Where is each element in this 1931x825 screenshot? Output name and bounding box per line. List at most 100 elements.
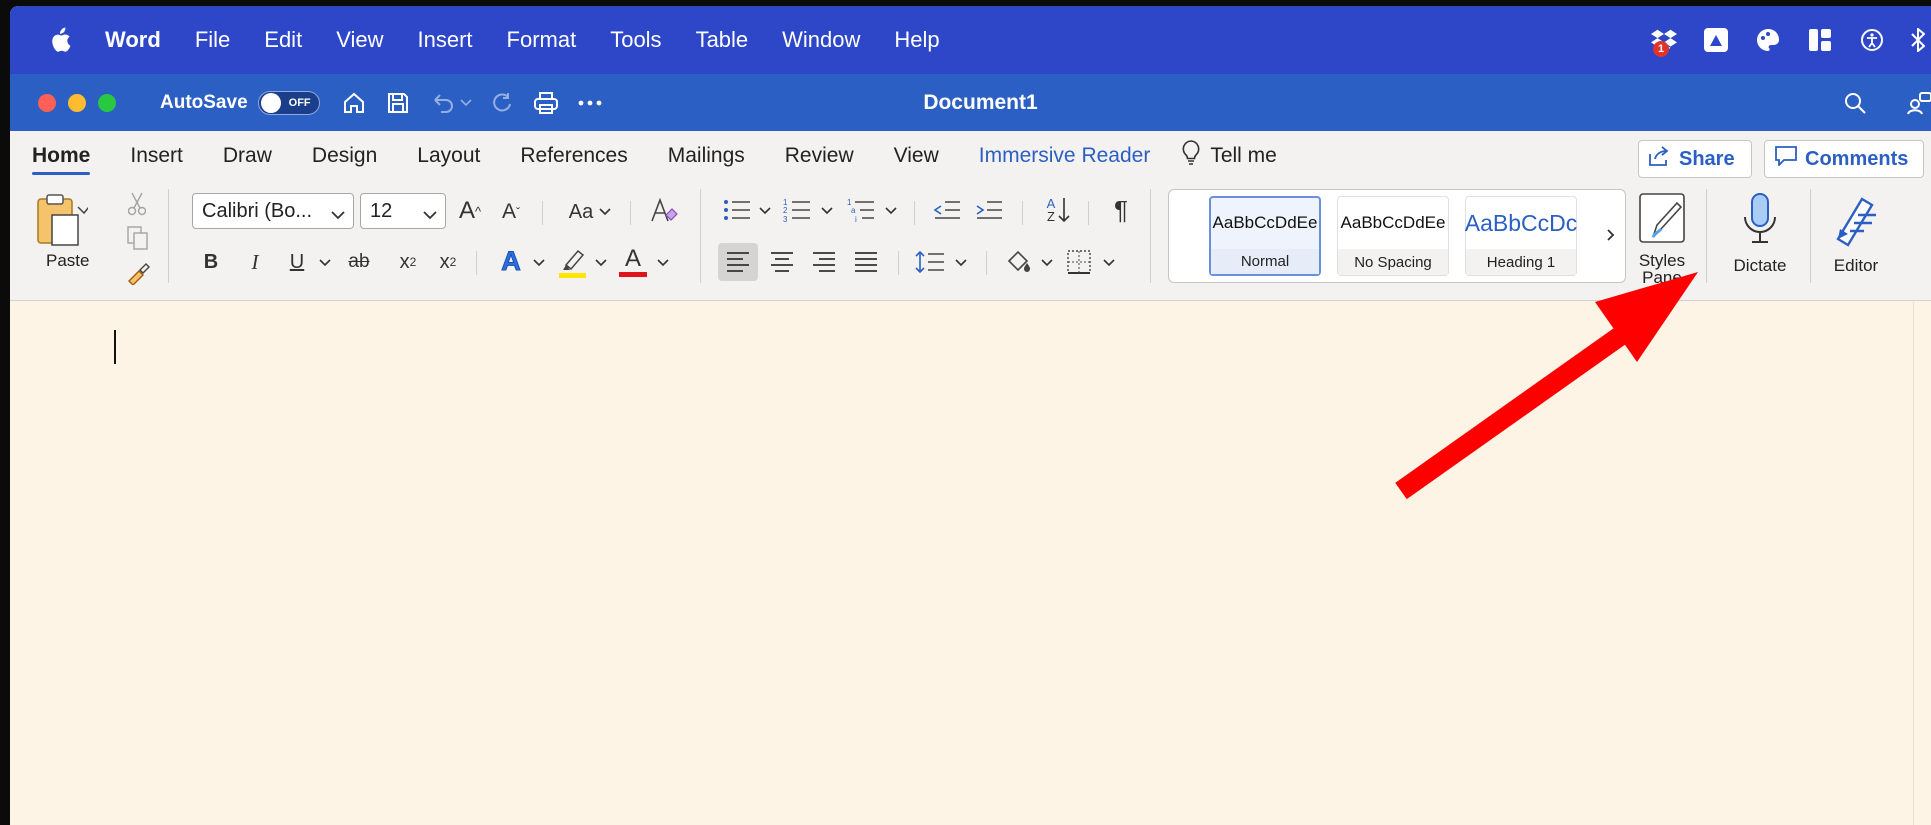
tab-view[interactable]: View — [874, 131, 959, 181]
tab-home[interactable]: Home — [12, 131, 110, 181]
font-size-select[interactable]: 12 — [360, 193, 446, 229]
font-color-button[interactable]: A — [618, 243, 648, 279]
style-no-spacing[interactable]: AaBbCcDdEe No Spacing — [1337, 196, 1449, 276]
more-options-icon[interactable] — [576, 89, 604, 117]
tab-draw[interactable]: Draw — [203, 131, 292, 181]
tab-insert[interactable]: Insert — [110, 131, 203, 181]
titlebar-right-tools — [1825, 74, 1931, 131]
tab-references[interactable]: References — [500, 131, 647, 181]
bluetooth-icon[interactable] — [1911, 27, 1925, 53]
styles-pane-label-2: Pane — [1642, 268, 1682, 287]
menu-tools[interactable]: Tools — [593, 27, 678, 53]
italic-button[interactable]: I — [244, 247, 266, 277]
grow-font-button[interactable]: A ^ — [456, 195, 484, 227]
multilevel-chevron-icon[interactable] — [884, 205, 898, 217]
highlighter-icon[interactable] — [558, 245, 588, 279]
multilevel-list-icon[interactable]: 1ai — [846, 195, 876, 225]
undo-icon[interactable] — [428, 89, 456, 117]
align-center-icon[interactable] — [764, 243, 800, 281]
justify-icon[interactable] — [848, 243, 884, 281]
clear-formatting-icon[interactable] — [646, 195, 680, 227]
tell-me-search[interactable]: Tell me — [1182, 140, 1277, 172]
align-right-icon[interactable] — [806, 243, 842, 281]
editor-button[interactable]: Editor — [1816, 191, 1896, 276]
font-color-chevron-icon[interactable] — [656, 257, 670, 269]
align-left-icon[interactable] — [718, 243, 758, 281]
text-effects-chevron-icon[interactable] — [532, 257, 546, 269]
style-heading-1[interactable]: AaBbCcDc Heading 1 — [1465, 196, 1577, 276]
menu-window[interactable]: Window — [765, 27, 877, 53]
minimize-window-button[interactable] — [68, 93, 86, 112]
borders-chevron-icon[interactable] — [1102, 257, 1116, 269]
menu-word[interactable]: Word — [88, 27, 178, 53]
apple-icon[interactable] — [40, 27, 80, 53]
shading-chevron-icon[interactable] — [1040, 257, 1054, 269]
borders-icon[interactable] — [1064, 245, 1094, 279]
dropbox-icon[interactable]: 1 — [1651, 27, 1677, 57]
drive-icon[interactable] — [1703, 27, 1729, 53]
menu-file[interactable]: File — [178, 27, 247, 53]
menu-edit[interactable]: Edit — [247, 27, 319, 53]
menu-format[interactable]: Format — [490, 27, 594, 53]
subscript-button[interactable]: x2 — [394, 247, 422, 277]
highlight-color-chevron-icon[interactable] — [594, 257, 608, 269]
redo-icon[interactable] — [488, 89, 516, 117]
sort-button[interactable]: A Z — [1040, 193, 1074, 227]
format-painter-icon[interactable] — [126, 259, 152, 285]
underline-button[interactable]: U — [286, 247, 308, 277]
superscript-button[interactable]: x2 — [434, 247, 462, 277]
show-formatting-marks-button[interactable]: ¶ — [1106, 193, 1136, 227]
home-icon[interactable] — [340, 89, 368, 117]
change-case-button[interactable]: Aa — [562, 197, 618, 227]
menu-insert[interactable]: Insert — [400, 27, 489, 53]
tab-review[interactable]: Review — [765, 131, 874, 181]
numbering-icon[interactable]: 123 — [782, 195, 812, 225]
tab-mailings[interactable]: Mailings — [648, 131, 765, 181]
menu-help[interactable]: Help — [877, 27, 956, 53]
print-icon[interactable] — [532, 89, 560, 117]
tab-immersive-reader[interactable]: Immersive Reader — [959, 131, 1171, 181]
tab-design[interactable]: Design — [292, 131, 397, 181]
undo-dropdown-chevron-icon[interactable] — [460, 89, 472, 117]
menu-view[interactable]: View — [319, 27, 400, 53]
shrink-font-button[interactable]: Aˇ — [498, 197, 524, 227]
palette-icon[interactable] — [1755, 27, 1781, 53]
bold-button[interactable]: B — [200, 247, 222, 277]
increase-indent-icon[interactable] — [974, 195, 1004, 225]
text-effects-button[interactable]: A — [496, 245, 526, 277]
menu-table[interactable]: Table — [679, 27, 766, 53]
dictate-button[interactable]: Dictate — [1720, 191, 1800, 276]
styles-pane-button[interactable]: Styles Pane — [1632, 191, 1692, 286]
decrease-indent-icon[interactable] — [932, 195, 962, 225]
close-window-button[interactable] — [38, 93, 56, 112]
paste-button[interactable] — [32, 193, 90, 251]
underline-options-chevron-icon[interactable] — [318, 257, 332, 269]
shading-icon[interactable] — [1004, 245, 1034, 279]
save-icon[interactable] — [384, 89, 412, 117]
font-name-select[interactable]: Calibri (Bo... — [192, 193, 354, 229]
numbering-chevron-icon[interactable] — [820, 205, 834, 217]
autosave-toggle[interactable]: OFF — [257, 90, 320, 115]
cut-icon[interactable] — [126, 191, 148, 217]
styles-expand-chevron-icon[interactable] — [1603, 224, 1619, 246]
svg-text:i: i — [855, 215, 857, 223]
search-icon[interactable] — [1841, 89, 1869, 117]
separator — [476, 251, 477, 275]
style-normal[interactable]: AaBbCcDdEe Normal — [1209, 196, 1321, 276]
document-canvas[interactable] — [10, 302, 1931, 825]
share-people-icon[interactable] — [1907, 89, 1931, 117]
copy-icon[interactable] — [126, 225, 150, 251]
share-button[interactable]: Share — [1638, 140, 1752, 178]
zoom-window-button[interactable] — [98, 93, 116, 112]
line-spacing-chevron-icon[interactable] — [954, 257, 968, 269]
vertical-scrollbar[interactable] — [1913, 302, 1931, 825]
accessibility-icon[interactable] — [1859, 27, 1885, 53]
bullets-icon[interactable] — [722, 195, 752, 225]
comments-button[interactable]: Comments — [1764, 140, 1924, 178]
layout-icon[interactable] — [1807, 27, 1833, 53]
strikethrough-button[interactable]: ab — [344, 247, 374, 277]
line-spacing-icon[interactable] — [914, 245, 946, 279]
tab-layout[interactable]: Layout — [397, 131, 500, 181]
bullets-chevron-icon[interactable] — [758, 205, 772, 217]
subscript-letter: x — [399, 250, 410, 273]
